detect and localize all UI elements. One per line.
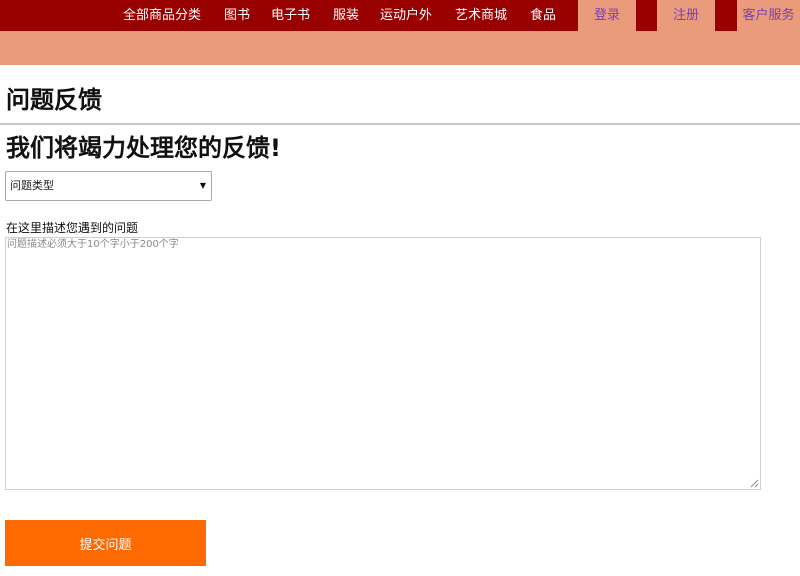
title-divider — [0, 123, 800, 125]
nav-item-ebooks[interactable]: 电子书 — [271, 0, 310, 31]
issue-type-select[interactable]: 问题类型 ▼ — [5, 171, 212, 201]
resize-handle-icon[interactable] — [750, 479, 759, 488]
feedback-headline: 我们将竭力处理您的反馈! — [6, 134, 281, 162]
login-button[interactable]: 登录 — [578, 0, 636, 31]
dropdown-arrow-icon: ▼ — [199, 181, 206, 190]
nav-item-clothing[interactable]: 服装 — [333, 0, 359, 31]
nav-item-food[interactable]: 食品 — [530, 0, 556, 31]
accent-bar — [0, 31, 800, 65]
description-textarea[interactable] — [5, 237, 761, 490]
nav-item-all-categories[interactable]: 全部商品分类 — [123, 0, 201, 31]
top-nav: 全部商品分类 图书 电子书 服装 运动户外 艺术商城 食品 登录 注册 客户服务 — [0, 0, 800, 31]
nav-item-art-mall[interactable]: 艺术商城 — [455, 0, 507, 31]
nav-item-sports-outdoor[interactable]: 运动户外 — [380, 0, 432, 31]
nav-item-books[interactable]: 图书 — [224, 0, 250, 31]
page-title: 问题反馈 — [6, 86, 102, 114]
submit-button[interactable]: 提交问题 — [5, 520, 206, 566]
description-label: 在这里描述您遇到的问题 — [6, 221, 139, 235]
register-button[interactable]: 注册 — [657, 0, 715, 31]
customer-service-button[interactable]: 客户服务 — [737, 0, 800, 31]
issue-type-selected-value: 问题类型 — [10, 179, 54, 192]
